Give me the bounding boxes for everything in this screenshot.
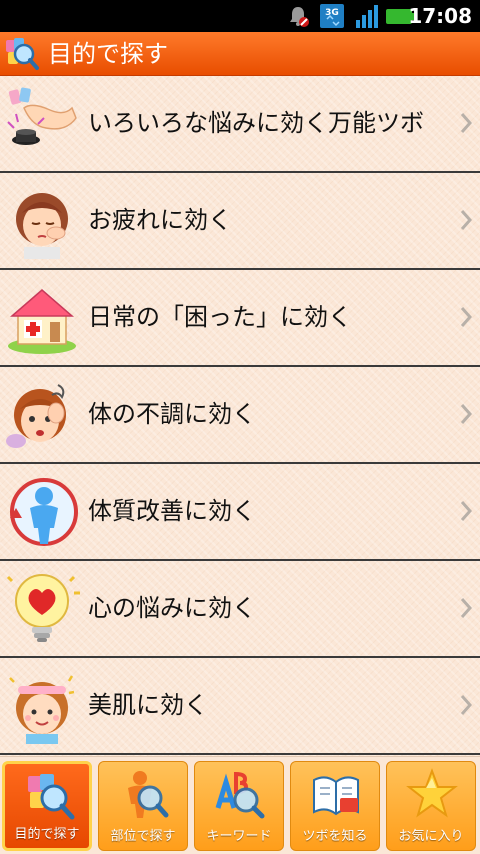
chevron-right-icon <box>460 307 472 327</box>
chevron-right-icon <box>460 113 472 133</box>
list-item-all-purpose[interactable]: いろいろな悩みに効く万能ツボ <box>0 76 480 173</box>
list-item-label: 心の悩みに効く <box>88 594 256 622</box>
body-cycle-icon <box>10 478 78 546</box>
status-time: 17:08 <box>408 4 472 28</box>
list-item-fatigue[interactable]: お疲れに効く <box>0 173 480 270</box>
list-item-label: 日常の「困った」に効く <box>88 303 352 331</box>
nav-favorites-button[interactable]: お気に入り <box>386 761 476 851</box>
nav-search-by-purpose-button[interactable]: 目的で探す <box>2 761 92 851</box>
chevron-right-icon <box>460 210 472 230</box>
search-by-purpose-icon <box>28 774 75 820</box>
status-bar: 3G 17:08 <box>0 0 480 32</box>
app-header: 目的で探す <box>0 32 480 76</box>
3g-icon: 3G <box>320 4 344 28</box>
chevron-right-icon <box>460 404 472 424</box>
nav-search-by-body-part-button[interactable]: 部位で探す <box>98 761 188 851</box>
nav-label: キーワード <box>206 829 272 844</box>
book-icon <box>313 776 359 816</box>
nav-label: 部位で探す <box>110 829 176 844</box>
list-item-label: 体の不調に効く <box>88 400 256 428</box>
chevron-right-icon <box>460 501 472 521</box>
page-title: 目的で探す <box>48 40 168 68</box>
nav-label: 目的で探す <box>14 827 80 842</box>
list-item-skin[interactable]: 美肌に効く <box>0 658 480 755</box>
list-item-label: いろいろな悩みに効く万能ツボ <box>88 109 424 137</box>
list-item-label: お疲れに効く <box>88 206 232 234</box>
nav-label: ツボを知る <box>302 829 368 844</box>
search-magnifier-icon <box>6 38 39 70</box>
star-icon <box>406 768 458 818</box>
first-aid-house-icon <box>8 289 76 354</box>
list-item-daily-trouble[interactable]: 日常の「困った」に効く <box>0 270 480 367</box>
list-item-mental[interactable]: 心の悩みに効く <box>0 561 480 658</box>
smiling-girl-icon <box>9 675 75 744</box>
nav-learn-tsubo-button[interactable]: ツボを知る <box>290 761 380 851</box>
keyword-abc-icon <box>215 771 265 819</box>
bottom-nav: 目的で探す 部位で探す キーワード ツボを知る お気に入り <box>0 756 480 854</box>
list-item-constitution[interactable]: 体質改善に効く <box>0 464 480 561</box>
chevron-right-icon <box>460 695 472 715</box>
notification-muted-icon <box>290 7 309 27</box>
signal-icon <box>356 5 378 28</box>
list-item-physical-ailment[interactable]: 体の不調に効く <box>0 367 480 464</box>
nav-keyword-button[interactable]: キーワード <box>194 761 284 851</box>
list-item-label: 美肌に効く <box>88 691 208 719</box>
dizzy-person-icon <box>6 384 66 448</box>
network-label: 3G <box>325 8 339 18</box>
hand-magic-icon <box>7 87 77 145</box>
search-by-body-part-icon <box>128 771 169 818</box>
chevron-right-icon <box>460 598 472 618</box>
tired-person-icon <box>16 193 68 259</box>
nav-label: お気に入り <box>398 829 464 844</box>
heart-bulb-icon <box>6 574 80 642</box>
list-item-label: 体質改善に効く <box>88 497 256 525</box>
category-list: いろいろな悩みに効く万能ツボ お疲れに効く 日常の「困った」に効く 体の不調に効… <box>0 76 480 756</box>
